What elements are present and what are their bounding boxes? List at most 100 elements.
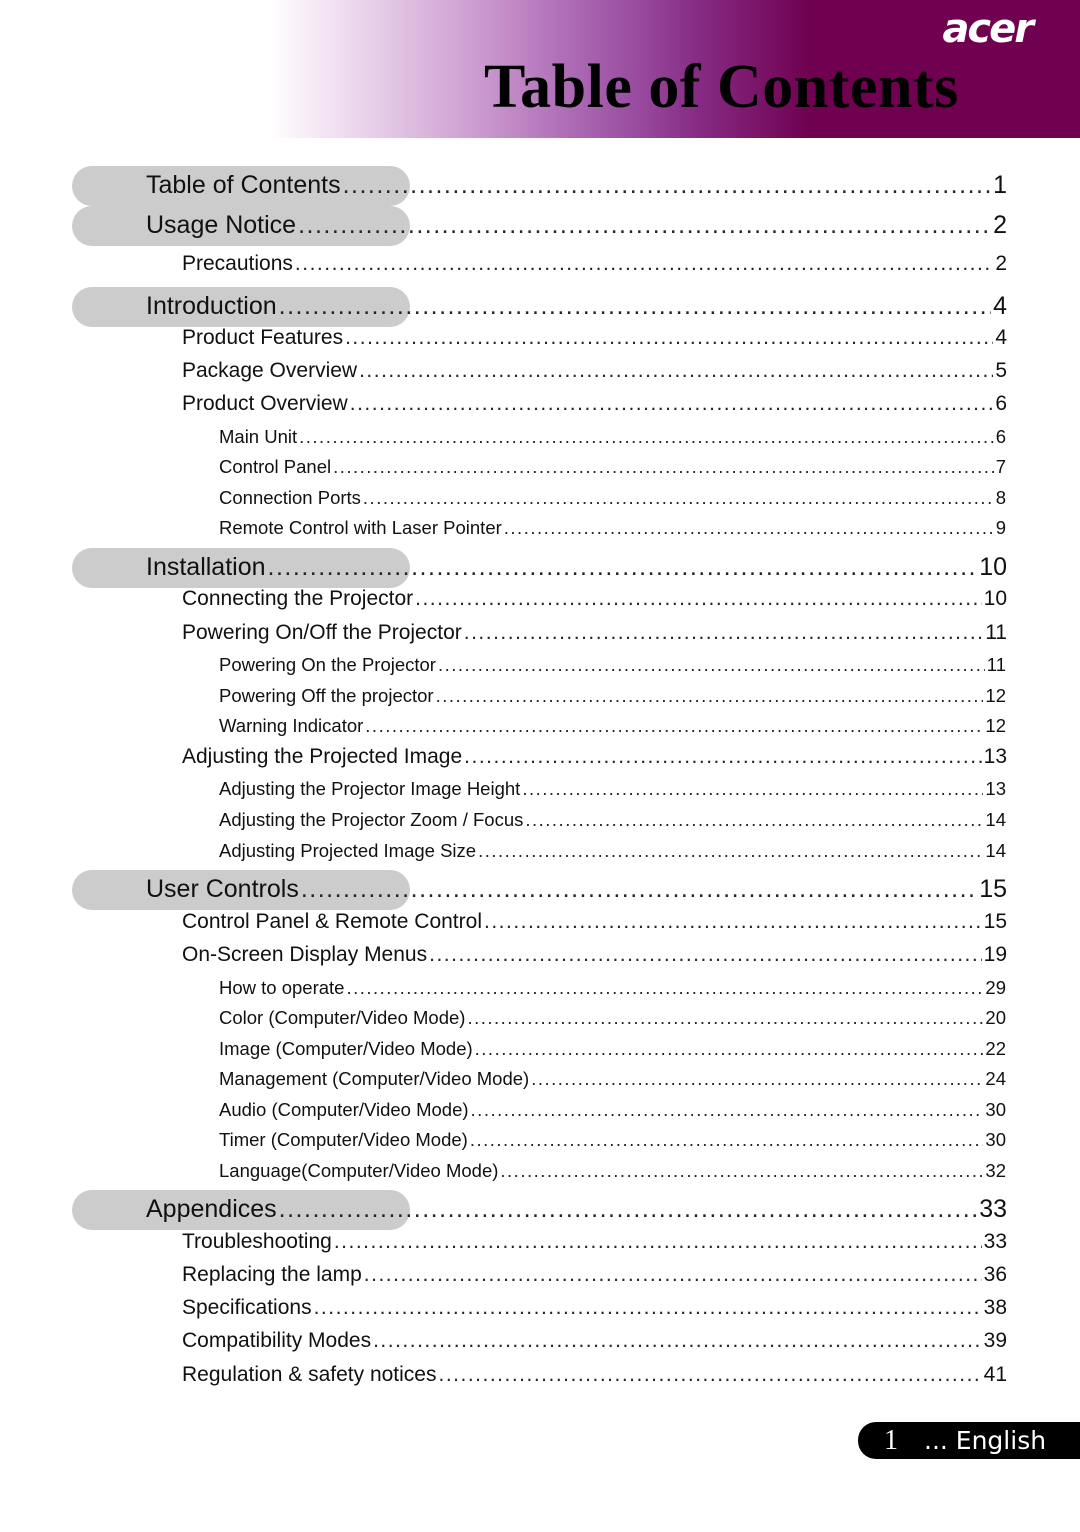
toc-subentry[interactable]: Adjusting the Projector Image Height 13 bbox=[219, 778, 1006, 801]
dot-leader bbox=[464, 745, 981, 769]
dot-leader bbox=[436, 685, 984, 707]
dot-leader bbox=[333, 456, 994, 478]
toc-subentry[interactable]: Language(Computer/Video Mode) 32 bbox=[219, 1160, 1006, 1183]
toc-entry-page-number: 8 bbox=[995, 486, 1006, 508]
toc-entry-page-number: 2 bbox=[993, 211, 1007, 239]
toc-entry-page-number: 11 bbox=[986, 653, 1006, 675]
toc-subentry[interactable]: Audio (Computer/Video Mode) 30 bbox=[219, 1099, 1006, 1122]
dot-leader bbox=[471, 1099, 984, 1121]
dot-leader bbox=[525, 809, 983, 831]
toc-entry-label: On-Screen Display Menus bbox=[182, 943, 428, 966]
toc-entry-label: Installation bbox=[146, 553, 266, 581]
toc-section-entry[interactable]: Introduction 4 bbox=[146, 292, 1007, 322]
toc-entry-page-number: 20 bbox=[985, 1006, 1006, 1028]
toc-entry[interactable]: Regulation & safety notices 41 bbox=[182, 1363, 1007, 1389]
toc-entry[interactable]: Specifications 38 bbox=[182, 1296, 1007, 1322]
toc-entry[interactable]: Adjusting the Projected Image 13 bbox=[182, 745, 1007, 771]
toc-entry-label: Warning Indicator bbox=[219, 714, 364, 736]
toc-entry[interactable]: On-Screen Display Menus 19 bbox=[182, 943, 1007, 969]
toc-entry[interactable]: Control Panel & Remote Control 15 bbox=[182, 910, 1007, 936]
dot-leader bbox=[438, 654, 985, 676]
dot-leader bbox=[343, 171, 992, 200]
toc-entry[interactable]: Replacing the lamp 36 bbox=[182, 1263, 1007, 1289]
toc-entry-label: Remote Control with Laser Pointer bbox=[219, 516, 502, 538]
toc-entry-label: Image (Computer/Video Mode) bbox=[219, 1037, 473, 1059]
dot-leader bbox=[334, 1230, 982, 1254]
toc-subentry[interactable]: Management (Computer/Video Mode) 24 bbox=[219, 1068, 1006, 1091]
dot-leader bbox=[365, 715, 983, 737]
toc-entry[interactable]: Powering On/Off the Projector 11 bbox=[182, 621, 1007, 647]
toc-entry[interactable]: Product Overview 6 bbox=[182, 392, 1007, 418]
toc-entry-page-number: 6 bbox=[995, 392, 1007, 415]
toc-entry-page-number: 30 bbox=[985, 1128, 1006, 1150]
dot-leader bbox=[415, 587, 982, 611]
toc-subentry[interactable]: Color (Computer/Video Mode) 20 bbox=[219, 1007, 1006, 1030]
toc-entry-page-number: 19 bbox=[983, 943, 1007, 966]
toc-entry[interactable]: Package Overview 5 bbox=[182, 359, 1007, 385]
toc-entry-page-number: 32 bbox=[985, 1159, 1006, 1181]
toc-subentry[interactable]: Image (Computer/Video Mode) 22 bbox=[219, 1038, 1006, 1061]
toc-subentry[interactable]: Adjusting Projected Image Size 14 bbox=[219, 840, 1006, 863]
toc-entry-page-number: 14 bbox=[985, 839, 1006, 861]
toc-subentry[interactable]: Powering Off the projector 12 bbox=[219, 685, 1006, 708]
toc-entry-label: Main Unit bbox=[219, 425, 298, 447]
toc-section-entry[interactable]: Appendices 33 bbox=[146, 1195, 1007, 1225]
page-number: 1 bbox=[884, 1424, 898, 1456]
toc-entry[interactable]: Product Features 4 bbox=[182, 326, 1007, 352]
toc-entry-label: How to operate bbox=[219, 976, 345, 998]
toc-entry-page-number: 13 bbox=[985, 777, 1006, 799]
dot-leader bbox=[373, 1329, 982, 1353]
toc-entry-label: Timer (Computer/Video Mode) bbox=[219, 1128, 468, 1150]
toc-entry-page-number: 22 bbox=[985, 1037, 1006, 1059]
dot-leader bbox=[301, 875, 977, 904]
toc-entry-page-number: 7 bbox=[995, 455, 1006, 477]
dot-leader bbox=[268, 553, 978, 582]
dot-leader bbox=[314, 1296, 982, 1320]
dot-leader bbox=[531, 1068, 983, 1090]
dot-leader bbox=[363, 487, 994, 509]
toc-entry[interactable]: Troubleshooting 33 bbox=[182, 1230, 1007, 1256]
toc-entry-page-number: 39 bbox=[983, 1329, 1007, 1352]
dot-leader bbox=[364, 1263, 982, 1287]
dot-leader bbox=[295, 252, 993, 276]
dot-leader bbox=[504, 517, 994, 539]
toc-entry-label: Adjusting Projected Image Size bbox=[219, 839, 477, 861]
language-label: ... English bbox=[924, 1426, 1047, 1455]
toc-section-entry[interactable]: Usage Notice 2 bbox=[146, 211, 1007, 241]
toc-subentry[interactable]: Powering On the Projector 11 bbox=[219, 654, 1006, 677]
toc-subentry[interactable]: How to operate 29 bbox=[219, 977, 1006, 1000]
toc-subentry[interactable]: Control Panel 7 bbox=[219, 456, 1006, 479]
toc-entry-label: Adjusting the Projected Image bbox=[182, 745, 463, 768]
toc-entry[interactable]: Compatibility Modes 39 bbox=[182, 1329, 1007, 1355]
toc-entry-label: Appendices bbox=[146, 1195, 277, 1223]
toc-subentry[interactable]: Main Unit 6 bbox=[219, 426, 1006, 449]
page-footer-tab: 1 ... English bbox=[858, 1422, 1080, 1459]
toc-entry-page-number: 29 bbox=[985, 976, 1006, 998]
toc-entry[interactable]: Connecting the Projector 10 bbox=[182, 587, 1007, 613]
toc-section-entry[interactable]: User Controls 15 bbox=[146, 875, 1007, 905]
toc-section-entry[interactable]: Table of Contents 1 bbox=[146, 171, 1007, 201]
toc-entry-page-number: 14 bbox=[985, 808, 1006, 830]
dot-leader bbox=[298, 211, 991, 240]
toc-entry-label: Introduction bbox=[146, 292, 277, 320]
toc-subentry[interactable]: Adjusting the Projector Zoom / Focus 14 bbox=[219, 809, 1006, 832]
toc-entry-label: Adjusting the Projector Image Height bbox=[219, 777, 521, 799]
toc-entry-label: Compatibility Modes bbox=[182, 1329, 372, 1352]
toc-entry-page-number: 6 bbox=[995, 425, 1006, 447]
dot-leader bbox=[484, 910, 982, 934]
toc-entry-label: Product Features bbox=[182, 326, 344, 349]
toc-entry-label: Control Panel bbox=[219, 455, 332, 477]
toc-subentry[interactable]: Timer (Computer/Video Mode) 30 bbox=[219, 1129, 1006, 1152]
toc-entry-page-number: 36 bbox=[983, 1263, 1007, 1286]
toc-entry-page-number: 10 bbox=[979, 553, 1007, 581]
toc-subentry[interactable]: Connection Ports 8 bbox=[219, 487, 1006, 510]
toc-subentry[interactable]: Remote Control with Laser Pointer 9 bbox=[219, 517, 1006, 540]
toc-entry-label: Connecting the Projector bbox=[182, 587, 414, 610]
toc-subentry[interactable]: Warning Indicator 12 bbox=[219, 715, 1006, 738]
toc-section-entry[interactable]: Installation 10 bbox=[146, 553, 1007, 583]
dot-leader bbox=[475, 1038, 984, 1060]
toc-entry-label: Troubleshooting bbox=[182, 1230, 332, 1253]
table-of-contents: Table of Contents1 Usage Notice2 Precautio… bbox=[0, 0, 1080, 1532]
toc-entry-label: Powering On/Off the Projector bbox=[182, 621, 462, 644]
toc-entry[interactable]: Precautions 2 bbox=[182, 252, 1007, 278]
